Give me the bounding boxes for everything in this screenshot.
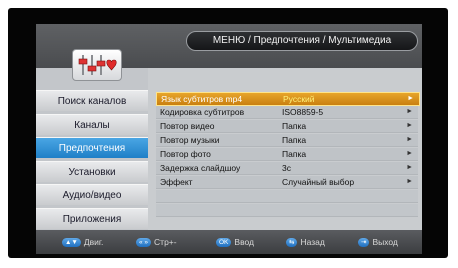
hint-page: « » Стр+- xyxy=(136,236,177,248)
setting-value: Папка xyxy=(282,121,307,131)
setting-value: Папка xyxy=(282,135,307,145)
equalizer-heart-icon xyxy=(72,49,122,81)
back-arrows-icon: ⇆ xyxy=(286,238,298,247)
setting-value: Случайный выбор xyxy=(282,177,355,187)
hint-enter: OK Ввод xyxy=(216,236,254,248)
arrow-right-icon: ► xyxy=(406,108,413,115)
sidebar-menu: Поиск каналов Каналы Предпочтения Устано… xyxy=(36,90,148,232)
exit-icon: ⇥ xyxy=(358,238,370,247)
hint-label: Назад xyxy=(300,237,325,247)
empty-row xyxy=(156,190,418,203)
empty-row xyxy=(156,204,418,217)
settings-panel: Язык субтитров mp4 Русский ► Кодировка с… xyxy=(148,68,422,230)
arrow-right-icon: ► xyxy=(406,122,413,129)
setting-label: Повтор фото xyxy=(160,149,211,159)
sidebar-item-installation[interactable]: Установки xyxy=(36,160,148,182)
arrow-right-icon: ► xyxy=(406,164,413,171)
sidebar-item-audio-video[interactable]: Аудио/видео xyxy=(36,184,148,206)
hint-label: Выход xyxy=(372,237,398,247)
setting-value: Русский xyxy=(283,94,315,104)
setting-value: Папка xyxy=(282,149,307,159)
setting-label: Эффект xyxy=(160,177,193,187)
setting-row-photo-repeat[interactable]: Повтор фото Папка ► xyxy=(156,148,418,161)
sidebar-item-channels[interactable]: Каналы xyxy=(36,113,148,135)
setting-row-subtitle-language[interactable]: Язык субтитров mp4 Русский ► xyxy=(156,92,420,106)
arrow-right-icon: ► xyxy=(406,136,413,143)
ok-icon: OK xyxy=(216,238,232,247)
setting-label: Задержка слайдшоу xyxy=(160,163,241,173)
sidebar-item-preferences[interactable]: Предпочтения xyxy=(36,137,148,159)
arrow-right-icon: ► xyxy=(406,178,413,185)
setting-row-video-repeat[interactable]: Повтор видео Папка ► xyxy=(156,120,418,133)
setting-row-slideshow-delay[interactable]: Задержка слайдшоу 3с ► xyxy=(156,162,418,175)
setting-label: Повтор видео xyxy=(160,121,215,131)
hint-move: ▲▼ Двиг. xyxy=(62,236,103,248)
sidebar-item-applications[interactable]: Приложения xyxy=(36,207,148,229)
help-bar: ▲▼ Двиг. « » Стр+- OK Ввод ⇆ Назад ⇥ Выход xyxy=(36,230,422,254)
up-down-icon: ▲▼ xyxy=(62,238,81,247)
tv-screen: МЕНЮ / Предпочтения / Мультимедиа Поиск … xyxy=(36,24,422,254)
hint-label: Двиг. xyxy=(83,237,104,247)
hint-label: Ввод xyxy=(234,237,254,247)
setting-row-music-repeat[interactable]: Повтор музыки Папка ► xyxy=(156,134,418,147)
setting-value: ISO8859-5 xyxy=(282,107,324,117)
setting-label: Язык субтитров mp4 xyxy=(161,94,243,104)
breadcrumb: МЕНЮ / Предпочтения / Мультимедиа xyxy=(186,31,418,51)
hint-exit: ⇥ Выход xyxy=(358,236,398,248)
arrow-right-icon: ► xyxy=(406,150,413,157)
hint-back: ⇆ Назад xyxy=(286,236,325,248)
setting-row-subtitle-encoding[interactable]: Кодировка субтитров ISO8859-5 ► xyxy=(156,106,418,119)
setting-label: Повтор музыки xyxy=(160,135,220,145)
sidebar-item-channel-search[interactable]: Поиск каналов xyxy=(36,90,148,111)
hint-label: Стр+- xyxy=(154,237,177,247)
arrow-right-icon: ► xyxy=(407,95,414,102)
page-left-right-icon: « » xyxy=(136,238,152,247)
setting-label: Кодировка субтитров xyxy=(160,107,245,117)
setting-value: 3с xyxy=(282,163,291,173)
setting-row-effect[interactable]: Эффект Случайный выбор ► xyxy=(156,176,418,189)
